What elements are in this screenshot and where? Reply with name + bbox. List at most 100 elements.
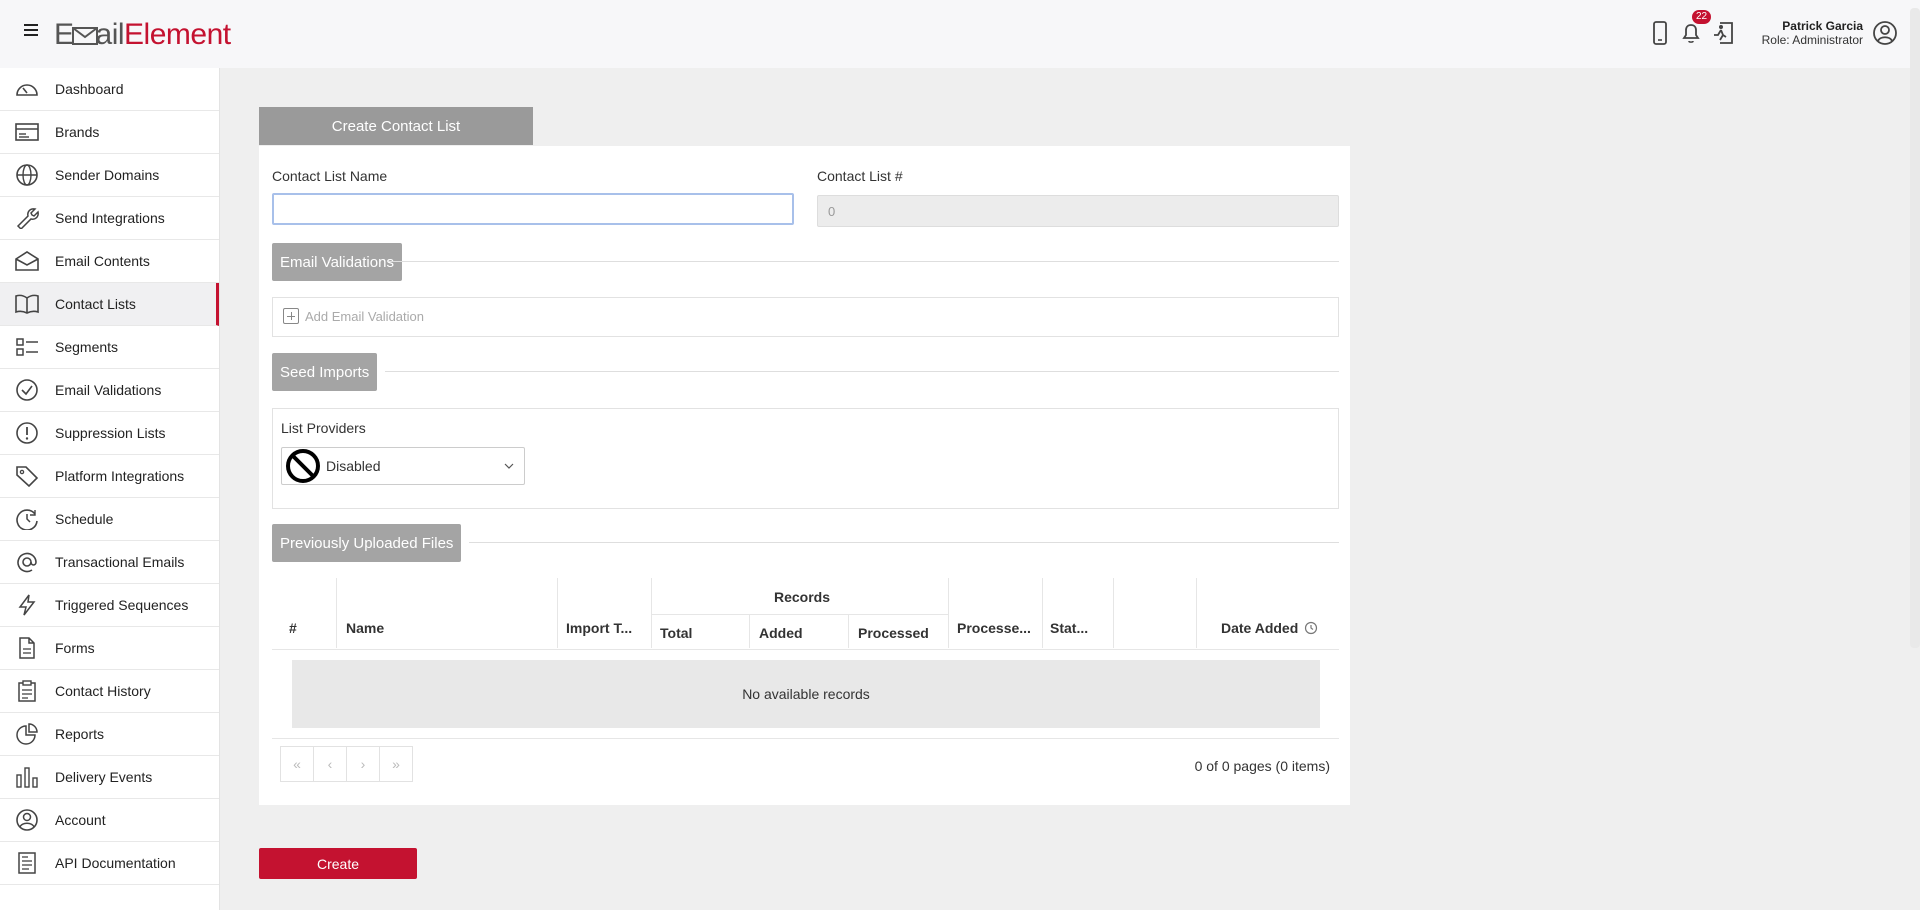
seed-imports-section-button[interactable]: Seed Imports xyxy=(272,353,378,391)
column-header-number[interactable]: # xyxy=(289,620,297,636)
tag-icon xyxy=(14,465,40,488)
sidebar-item-sender-domains[interactable]: Sender Domains xyxy=(0,154,219,197)
exclamation-circle-icon xyxy=(14,422,40,444)
table-column-divider xyxy=(336,578,337,648)
logout-exit-icon[interactable] xyxy=(1710,20,1736,46)
pie-chart-icon xyxy=(14,723,40,745)
add-email-validation-label: Add Email Validation xyxy=(305,308,424,324)
sidebar-item-label: Schedule xyxy=(55,511,114,527)
contact-list-name-label: Contact List Name xyxy=(272,168,388,184)
chevron-down-icon xyxy=(504,463,514,469)
envelope-icon xyxy=(14,250,40,272)
sidebar-item-email-contents[interactable]: Email Contents xyxy=(0,240,219,283)
sidebar-item-dashboard[interactable]: Dashboard xyxy=(0,68,219,111)
sidebar-item-platform-integrations[interactable]: Platform Integrations xyxy=(0,455,219,498)
sidebar-item-triggered-sequences[interactable]: Triggered Sequences xyxy=(0,584,219,627)
sidebar-item-label: Delivery Events xyxy=(55,769,153,785)
sidebar-item-contact-history[interactable]: Contact History xyxy=(0,670,219,713)
sidebar-item-label: Segments xyxy=(55,339,119,355)
sidebar-item-brands[interactable]: Brands xyxy=(0,111,219,154)
contact-list-name-input[interactable] xyxy=(272,193,794,225)
sidebar-item-delivery-events[interactable]: Delivery Events xyxy=(0,756,219,799)
create-button[interactable]: Create xyxy=(259,848,417,879)
section-divider xyxy=(389,261,1339,262)
sidebar-item-account[interactable]: Account xyxy=(0,799,219,842)
logo-text-brand: Element xyxy=(124,18,231,51)
sidebar-item-email-validations[interactable]: Email Validations xyxy=(0,369,219,412)
hamburger-menu-icon[interactable] xyxy=(24,24,38,36)
pagination: « ‹ › » xyxy=(280,746,413,782)
app-logo[interactable]: EailElement xyxy=(54,18,231,52)
previously-uploaded-files-section-button[interactable]: Previously Uploaded Files xyxy=(272,524,462,562)
sidebar-item-api-documentation[interactable]: API Documentation xyxy=(0,842,219,885)
column-header-processed[interactable]: Processed xyxy=(858,625,929,641)
table-column-divider xyxy=(557,578,558,648)
page-scrollbar[interactable] xyxy=(1910,8,1920,648)
sidebar-item-label: API Documentation xyxy=(55,855,176,871)
sidebar-item-reports[interactable]: Reports xyxy=(0,713,219,756)
sidebar-item-label: Send Integrations xyxy=(55,210,165,226)
lightning-icon xyxy=(14,594,40,616)
column-header-total[interactable]: Total xyxy=(660,625,692,641)
sidebar-item-label: Brands xyxy=(55,124,100,140)
disabled-prohibited-icon xyxy=(286,449,320,483)
user-info[interactable]: Patrick Garcia Role: Administrator xyxy=(1762,19,1863,47)
column-header-import-type[interactable]: Import T... xyxy=(566,620,632,636)
seed-imports-box: List Providers Disabled xyxy=(272,408,1339,509)
user-avatar-icon[interactable] xyxy=(1872,20,1898,46)
sidebar-item-schedule[interactable]: Schedule xyxy=(0,498,219,541)
pager-prev-button[interactable]: ‹ xyxy=(313,746,347,782)
api-doc-icon xyxy=(14,852,40,874)
section-divider xyxy=(385,371,1339,372)
sidebar-item-forms[interactable]: Forms xyxy=(0,627,219,670)
sidebar-item-label: Contact History xyxy=(55,683,151,699)
mobile-phone-icon[interactable] xyxy=(1647,20,1673,46)
tab-create-contact-list[interactable]: Create Contact List xyxy=(259,107,533,145)
table-column-divider xyxy=(1113,578,1114,648)
sidebar-item-label: Email Validations xyxy=(55,382,162,398)
table-column-divider xyxy=(848,614,849,648)
clock-icon xyxy=(1305,621,1318,635)
column-header-added[interactable]: Added xyxy=(759,625,803,641)
column-header-name[interactable]: Name xyxy=(346,620,384,636)
email-validations-section-button[interactable]: Email Validations xyxy=(272,243,402,281)
add-email-validation-button[interactable]: Add Email Validation xyxy=(283,308,424,324)
pager-last-button[interactable]: » xyxy=(379,746,413,782)
contact-list-form-card: Contact List Name Contact List # Email V… xyxy=(259,146,1350,805)
list-providers-label: List Providers xyxy=(281,420,366,436)
column-header-status[interactable]: Stat... xyxy=(1050,620,1088,636)
pager-first-button[interactable]: « xyxy=(280,746,314,782)
table-column-divider xyxy=(948,578,949,648)
sidebar-item-segments[interactable]: Segments xyxy=(0,326,219,369)
logo-text-mid: ail xyxy=(95,18,125,51)
pager-info: 0 of 0 pages (0 items) xyxy=(1194,758,1330,774)
card-icon xyxy=(14,121,40,143)
user-role: Role: Administrator xyxy=(1761,33,1863,47)
contact-list-number-label: Contact List # xyxy=(817,168,903,184)
top-header: EailElement 22 Patrick Garcia Role: Admi… xyxy=(0,0,1920,68)
sidebar-item-label: Email Contents xyxy=(55,253,150,269)
table-row-divider xyxy=(272,649,1339,650)
clock-arrow-icon xyxy=(14,508,40,531)
column-header-date-added[interactable]: Date Added xyxy=(1221,620,1318,636)
sidebar-item-label: Triggered Sequences xyxy=(55,597,189,613)
column-header-processed-date[interactable]: Processe... xyxy=(957,620,1031,636)
at-icon xyxy=(14,551,40,573)
sidebar-item-label: Dashboard xyxy=(55,81,124,97)
list-providers-dropdown[interactable]: Disabled xyxy=(281,447,525,485)
sidebar-item-label: Suppression Lists xyxy=(55,425,166,441)
sidebar-item-send-integrations[interactable]: Send Integrations xyxy=(0,197,219,240)
logo-envelope-icon xyxy=(71,27,98,45)
notification-badge: 22 xyxy=(1692,10,1712,24)
check-circle-icon xyxy=(14,379,40,401)
notification-bell-icon[interactable]: 22 xyxy=(1678,10,1712,46)
book-icon xyxy=(14,293,40,315)
sidebar-item-suppression-lists[interactable]: Suppression Lists xyxy=(0,412,219,455)
sidebar-item-transactional-emails[interactable]: Transactional Emails xyxy=(0,541,219,584)
empty-records-message: No available records xyxy=(292,660,1320,728)
pager-next-button[interactable]: › xyxy=(346,746,380,782)
contact-list-number-field xyxy=(817,195,1339,227)
globe-icon xyxy=(14,164,40,186)
user-circle-icon xyxy=(14,809,40,831)
sidebar-item-contact-lists[interactable]: Contact Lists xyxy=(0,283,219,326)
